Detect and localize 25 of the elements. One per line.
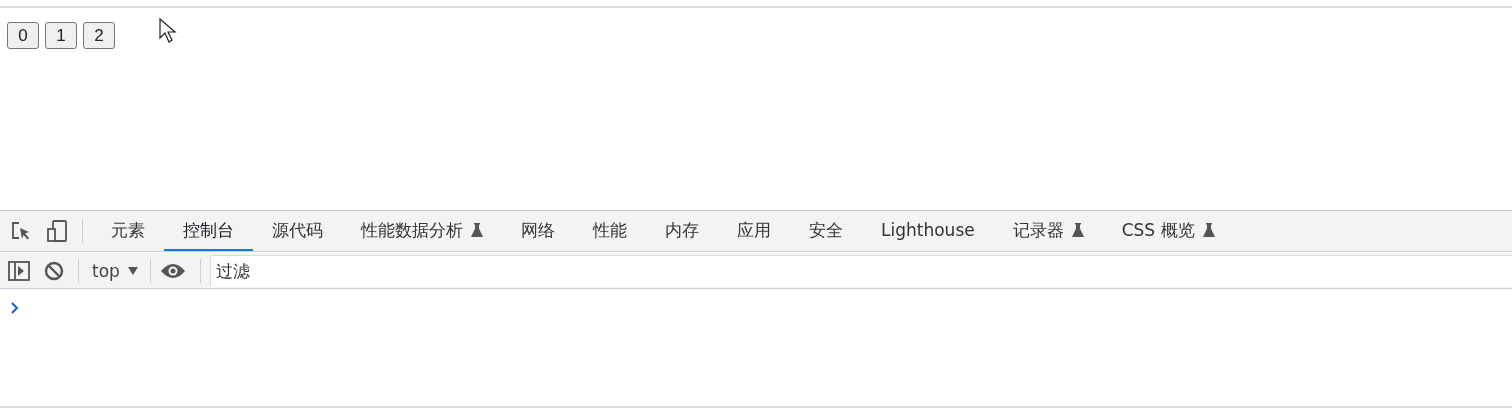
devtools-tab[interactable]: 源代码 bbox=[253, 211, 342, 251]
context-dropdown[interactable]: top bbox=[88, 260, 150, 281]
devtools-tab[interactable]: 网络 bbox=[502, 211, 574, 251]
caret-icon bbox=[127, 266, 138, 275]
cursor-icon bbox=[159, 18, 177, 44]
devtools-tab[interactable]: 安全 bbox=[790, 211, 862, 251]
clear-console-icon[interactable] bbox=[44, 260, 64, 281]
devtools-tab[interactable]: 性能 bbox=[574, 211, 646, 251]
devtools-tab[interactable]: CSS 概览 bbox=[1102, 211, 1234, 251]
devtools-tab[interactable]: Lighthouse bbox=[862, 211, 994, 251]
devtools-tab[interactable]: 应用 bbox=[718, 211, 790, 251]
devtools-tab[interactable]: 内存 bbox=[646, 211, 718, 251]
devtools-tab[interactable]: 元素 bbox=[92, 211, 164, 251]
inspect-element-icon[interactable] bbox=[10, 220, 32, 242]
devtools-tab[interactable]: 记录器 bbox=[993, 211, 1103, 251]
sidebar-toggle-icon[interactable] bbox=[8, 260, 30, 281]
page-button[interactable]: 0 bbox=[7, 22, 39, 49]
devtools-tab[interactable]: 控制台 bbox=[164, 211, 253, 251]
eye-icon[interactable] bbox=[159, 261, 186, 280]
page-button[interactable]: 1 bbox=[45, 22, 77, 49]
prompt-icon bbox=[11, 302, 19, 314]
page-button[interactable]: 2 bbox=[83, 22, 115, 49]
device-toolbar-icon[interactable] bbox=[46, 219, 68, 243]
filter-field[interactable]: 过滤 bbox=[209, 254, 1512, 287]
devtools-tab[interactable]: 性能数据分析 bbox=[342, 211, 502, 251]
